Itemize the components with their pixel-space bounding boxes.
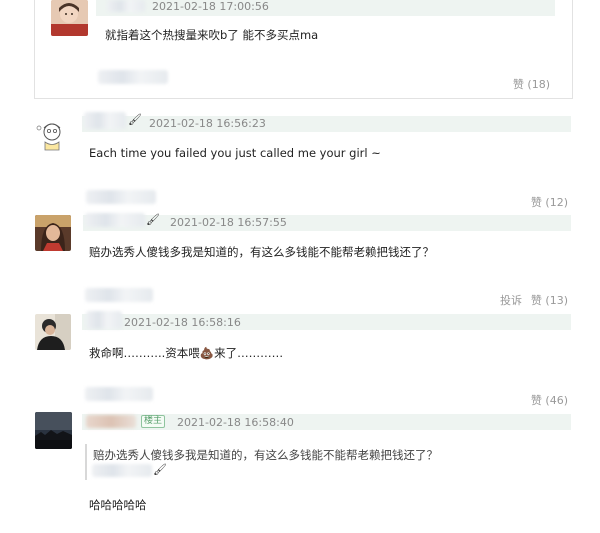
comment-text: 救命啊………..资本喂💩来了………… — [89, 346, 284, 360]
like-button[interactable]: 赞 (18) — [500, 76, 550, 92]
avatar[interactable] — [35, 215, 71, 251]
comment-timestamp: 2021-02-18 17:00:56 — [152, 0, 269, 13]
avatar[interactable] — [35, 314, 71, 350]
comment-timestamp: 2021-02-18 16:57:55 — [170, 216, 287, 229]
reply-area-blurred — [98, 70, 168, 84]
comment-text: 哈哈哈哈哈 — [89, 498, 147, 512]
username-blurred[interactable] — [85, 213, 145, 227]
report-link[interactable]: 投诉 — [500, 292, 528, 308]
reply-area-blurred — [85, 387, 153, 401]
brush-icon: 🖌 — [146, 213, 160, 226]
like-button[interactable]: 赞 (46) — [515, 392, 568, 408]
brush-icon: 🖌 — [153, 463, 167, 476]
like-button[interactable]: 赞 (12) — [515, 194, 568, 210]
avatar[interactable] — [35, 412, 72, 449]
reply-area-blurred — [86, 190, 156, 204]
comment-text: 就指着这个热搜量来吹b了 能不多买点ma — [105, 28, 319, 42]
avatar[interactable] — [35, 118, 68, 152]
comment-timestamp: 2021-02-18 16:58:40 — [177, 416, 294, 429]
reply-area-blurred — [85, 288, 153, 302]
username-blurred[interactable] — [86, 415, 136, 428]
avatar[interactable] — [51, 0, 88, 36]
like-button[interactable]: 赞 (13) — [530, 292, 568, 308]
brush-icon: 🖌 — [128, 113, 142, 126]
comment-timestamp: 2021-02-18 16:56:23 — [149, 117, 266, 130]
username-blurred[interactable] — [84, 112, 126, 129]
comment-text: Each time you failed you just called me … — [89, 146, 381, 160]
comment-text: 赔办选秀人傻钱多我是知道的，有这么多钱能不能帮老赖把钱还了？ — [89, 245, 434, 259]
quoted-text: 赔办选秀人傻钱多我是知道的，有这么多钱能不能帮老赖把钱还了？ — [93, 448, 438, 462]
quoted-username-blurred — [92, 464, 152, 477]
comment-timestamp: 2021-02-18 16:58:16 — [124, 316, 241, 329]
op-badge: 楼主 — [141, 415, 166, 428]
username-blurred[interactable] — [86, 311, 122, 329]
username-blurred[interactable] — [107, 0, 145, 12]
